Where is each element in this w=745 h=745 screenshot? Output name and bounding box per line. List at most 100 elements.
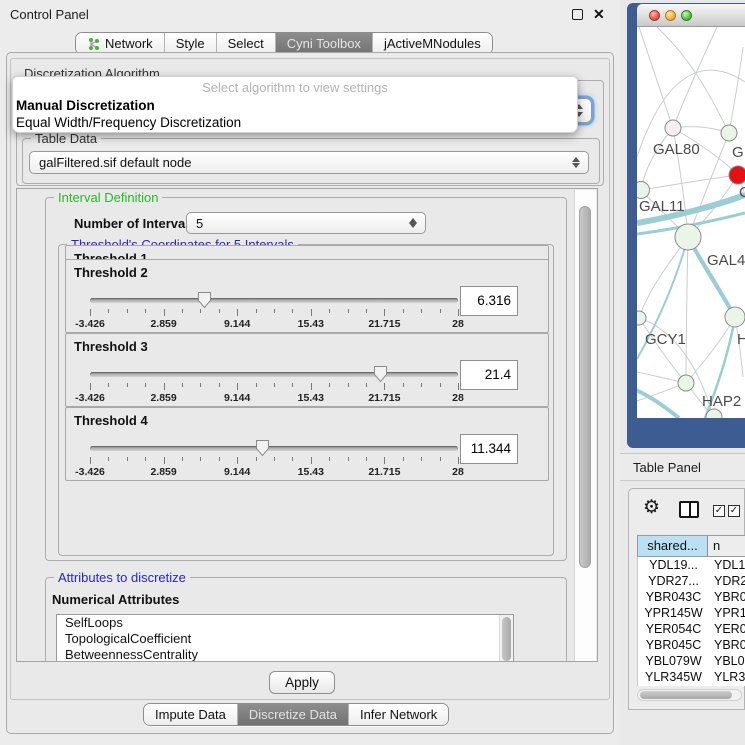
- node-attribute-table: shared... n YDL19...YDL1 YDR27...YDR2 YB…: [637, 535, 745, 686]
- threshold-4-value-field[interactable]: 11.344: [460, 434, 518, 464]
- node-gal4: [675, 224, 701, 250]
- slider-track[interactable]: [90, 298, 458, 303]
- table-row[interactable]: YLR345WYLR3: [638, 669, 745, 685]
- window-title: Control Panel: [10, 7, 89, 22]
- slider-ticks: [90, 309, 458, 317]
- node-h: [725, 307, 745, 327]
- node-gal11: [637, 182, 650, 199]
- threshold-3-label: Threshold 3: [74, 339, 148, 354]
- tab-select[interactable]: Select: [216, 33, 275, 54]
- gear-icon[interactable]: ⚙: [643, 498, 660, 518]
- node-label: HAP2: [702, 393, 741, 410]
- slider-ticks: [90, 383, 458, 391]
- combo-arrows-icon: [572, 152, 581, 173]
- horizontal-scrollbar[interactable]: [637, 689, 742, 701]
- threshold-3-panel: Threshold 3 -3.4262.8599.14415.4321.7152…: [65, 333, 549, 407]
- slider-thumb[interactable]: [255, 439, 270, 457]
- tab-impute-data[interactable]: Impute Data: [144, 704, 237, 725]
- threshold-4-panel: Threshold 4 -3.4262.8599.14415.4321.7152…: [65, 407, 549, 481]
- table-data-combobox[interactable]: galFiltered.sif default node: [29, 151, 589, 174]
- threshold-2-slider[interactable]: -3.4262.8599.14415.4321.71528: [90, 290, 458, 332]
- tab-infer-network[interactable]: Infer Network: [348, 704, 448, 725]
- scrollbar-thumb[interactable]: [579, 206, 591, 568]
- popup-option-manual-discretization[interactable]: Manual Discretization: [16, 98, 155, 113]
- algorithm-dropdown-popup: Select algorithm to view settings Manual…: [12, 76, 578, 133]
- table-panel-title: Table Panel: [633, 460, 701, 475]
- network-canvas[interactable]: GAL80 G. C GAL11 GAL4 GCY1 H HAP2: [637, 27, 745, 418]
- slider-track[interactable]: [90, 372, 458, 377]
- attributes-group-title: Attributes to discretize: [54, 570, 190, 585]
- threshold-3-value-field[interactable]: 21.4: [460, 360, 518, 390]
- number-of-intervals-label: Number of Intervals: [74, 216, 196, 231]
- scrollbar-thumb[interactable]: [502, 617, 511, 661]
- minimize-traffic-light-icon[interactable]: [665, 10, 676, 21]
- close-traffic-light-icon[interactable]: [649, 10, 660, 21]
- slider-scale: -3.4262.8599.14415.4321.71528: [90, 318, 458, 330]
- slider-thumb[interactable]: [373, 365, 388, 383]
- slider-track[interactable]: [90, 446, 458, 451]
- tab-style[interactable]: Style: [164, 33, 216, 54]
- network-graph: GAL80 G. C GAL11 GAL4 GCY1 H HAP2: [637, 27, 745, 418]
- node-g: [721, 125, 737, 141]
- network-icon: [87, 37, 100, 51]
- combo-arrows-icon: [409, 213, 418, 233]
- node-label: G.: [732, 144, 745, 161]
- table-row[interactable]: YER054CYER0: [638, 621, 745, 637]
- slider-scale: -3.4262.8599.14415.4321.71528: [90, 466, 458, 478]
- threshold-4-label: Threshold 4: [74, 413, 148, 428]
- numerical-attributes-list[interactable]: SelfLoops TopologicalCoefficient Between…: [56, 614, 514, 662]
- node-label: GAL80: [653, 141, 700, 158]
- column-header-name[interactable]: n: [708, 536, 745, 556]
- node-label: GCY1: [645, 331, 686, 348]
- checkbox-icon[interactable]: ✓: [713, 505, 725, 517]
- slider-thumb[interactable]: [197, 291, 212, 309]
- table-row[interactable]: YPR145WYPR1: [638, 605, 745, 621]
- list-item[interactable]: SelfLoops: [57, 615, 513, 631]
- column-split-icon[interactable]: [679, 501, 699, 518]
- list-item[interactable]: BetweennessCentrality: [57, 647, 513, 662]
- popup-option-equal-width-frequency[interactable]: Equal Width/Frequency Discretization: [16, 115, 241, 130]
- threshold-3-slider[interactable]: -3.4262.8599.14415.4321.71528: [90, 364, 458, 406]
- tab-cyni-toolbox[interactable]: Cyni Toolbox: [275, 33, 372, 54]
- table-row[interactable]: YBL079WYBL0: [638, 653, 745, 669]
- table-row[interactable]: YBR043CYBR0: [638, 589, 745, 605]
- network-window-titlebar[interactable]: [637, 4, 745, 27]
- table-row[interactable]: YDL19...YDL1: [638, 557, 745, 573]
- network-view-window[interactable]: GAL80 G. C GAL11 GAL4 GCY1 H HAP2: [627, 3, 745, 448]
- node-red: [729, 166, 745, 184]
- table-body[interactable]: YDL19...YDL1 YDR27...YDR2 YBR043CYBR0 YP…: [637, 557, 745, 686]
- table-panel-header: Table Panel: [620, 453, 745, 481]
- column-header-shared-name[interactable]: shared...: [637, 536, 708, 556]
- table-row[interactable]: YBR045CYBR0: [638, 637, 745, 653]
- checkbox-icon[interactable]: ✓: [728, 505, 740, 517]
- slider-scale: -3.4262.8599.14415.4321.71528: [90, 392, 458, 404]
- numerical-attributes-label: Numerical Attributes: [52, 592, 179, 607]
- tab-jactivemnodules[interactable]: jActiveMNodules: [372, 33, 492, 54]
- number-of-intervals-combobox[interactable]: 5: [186, 212, 426, 234]
- node-gal80: [665, 120, 681, 136]
- scrollbar-thumb[interactable]: [640, 691, 732, 699]
- close-icon[interactable]: ✕: [593, 5, 605, 23]
- threshold-2-label: Threshold 2: [74, 265, 148, 280]
- list-scrollbar[interactable]: [499, 615, 513, 662]
- list-item[interactable]: TopologicalCoefficient: [57, 631, 513, 647]
- control-panel-titlebar: Control Panel ✕: [0, 0, 620, 28]
- threshold-2-value-field[interactable]: 6.316: [460, 286, 518, 316]
- table-row[interactable]: YIL052CYIL0: [638, 685, 745, 686]
- node-gcy1: [637, 311, 646, 325]
- threshold-2-panel: Threshold 2 -3.4262.8599.14415.4321.7152…: [65, 259, 549, 333]
- tab-network[interactable]: Network: [76, 33, 164, 54]
- interval-definition-title: Interval Definition: [54, 190, 162, 205]
- settings-scroll-viewport: Interval Definition Number of Intervals …: [16, 188, 598, 662]
- table-row[interactable]: YDR27...YDR2: [638, 573, 745, 589]
- float-window-icon[interactable]: [572, 9, 583, 20]
- threshold-4-slider[interactable]: -3.4262.8599.14415.4321.71528: [90, 438, 458, 480]
- bottom-tab-bar: Impute Data Discretize Data Infer Networ…: [143, 703, 449, 726]
- table-data-value: galFiltered.sif default node: [39, 155, 191, 170]
- settings-scrollbar[interactable]: [574, 190, 596, 662]
- apply-button[interactable]: Apply: [269, 671, 335, 694]
- control-panel-window: Control Panel ✕ Network Style Select Cyn…: [0, 0, 620, 745]
- tab-discretize-data[interactable]: Discretize Data: [237, 704, 348, 725]
- zoom-traffic-light-icon[interactable]: [681, 10, 692, 21]
- thresholds-coordinates-group: Threshold's Coordinates for 5 Intervals …: [58, 244, 554, 556]
